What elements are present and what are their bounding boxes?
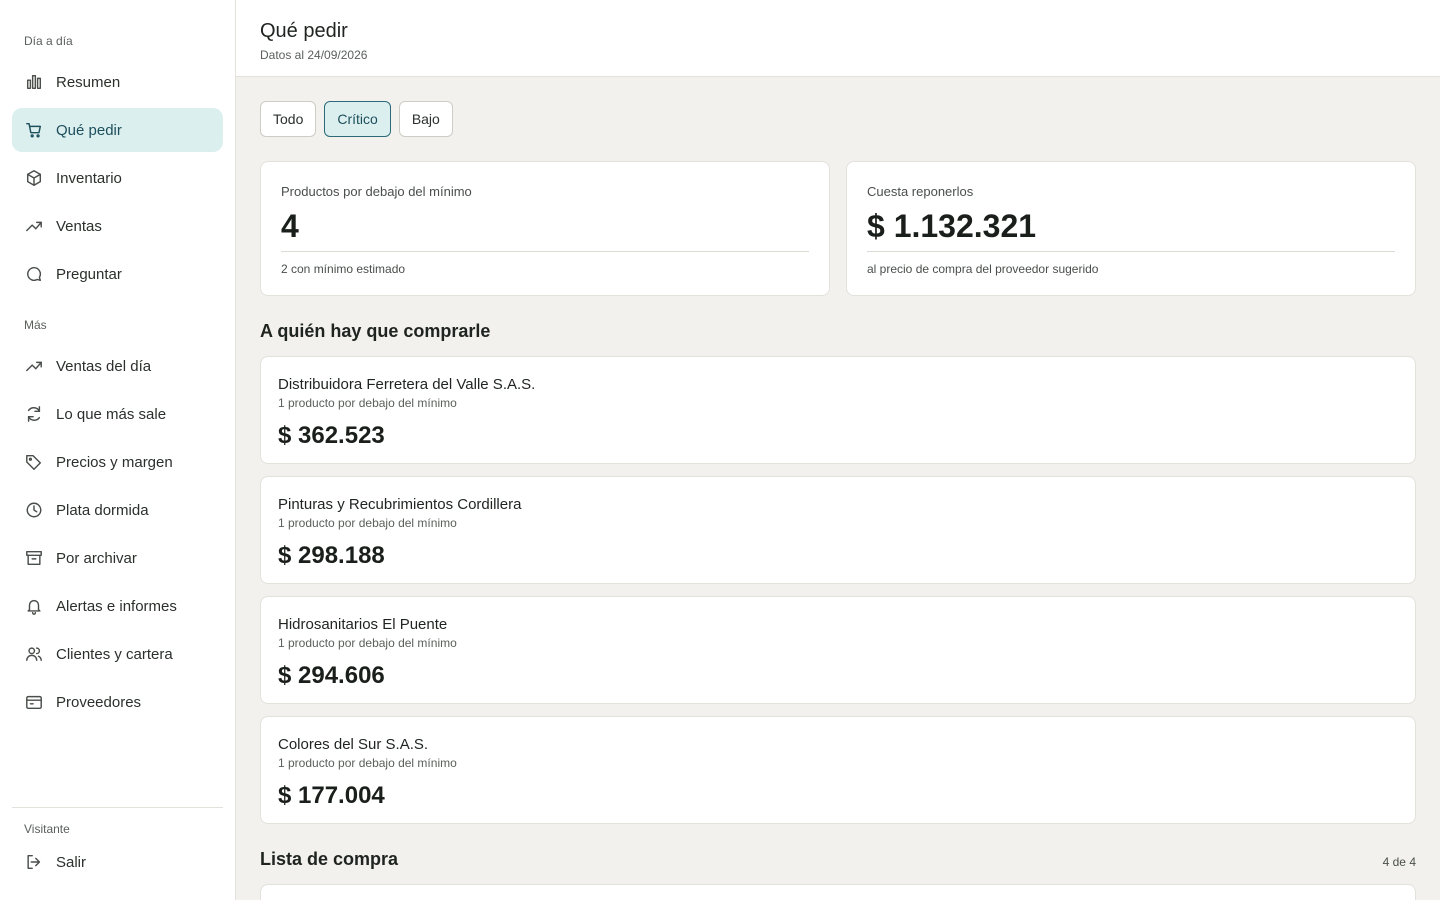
bar-chart-icon <box>24 72 44 92</box>
clock-icon <box>24 500 44 520</box>
sidebar-item-label: Inventario <box>56 169 122 187</box>
wallet-icon <box>24 692 44 712</box>
filter-todo-button[interactable]: Todo <box>260 101 317 137</box>
refresh-icon <box>24 404 44 424</box>
filter-group: Todo Crítico Bajo <box>260 101 453 137</box>
data-date: Datos al 24/09/2026 <box>260 48 368 62</box>
stat-card-restock-cost: Cuesta reponerlos $ 1.132.321 al precio … <box>846 161 1416 296</box>
sidebar-item-resumen[interactable]: Resumen <box>12 60 223 104</box>
sidebar-item-label: Precios y margen <box>56 453 173 471</box>
stat-divider <box>867 251 1395 252</box>
supplier-amount: $ 294.606 <box>278 662 385 689</box>
stat-note: al precio de compra del proveedor sugeri… <box>867 262 1099 276</box>
sidebar-item-precios-y-margen[interactable]: Precios y margen <box>12 440 223 484</box>
supplier-name: Distribuidora Ferretera del Valle S.A.S. <box>278 376 536 393</box>
supplier-name: Colores del Sur S.A.S. <box>278 736 429 753</box>
sidebar-item-que-pedir[interactable]: Qué pedir <box>12 108 223 152</box>
users-icon <box>24 644 44 664</box>
stat-value: $ 1.132.321 <box>867 208 1037 244</box>
bell-icon <box>24 596 44 616</box>
stat-note: 2 con mínimo estimado <box>281 262 406 276</box>
stat-value: 4 <box>281 208 299 244</box>
page-header: Qué pedir Datos al 24/09/2026 <box>236 0 1440 77</box>
sidebar-item-ventas-del-dia[interactable]: Ventas del día <box>12 344 223 388</box>
sidebar-item-label: Alertas e informes <box>56 597 177 615</box>
supplier-card[interactable]: Pinturas y Recubrimientos Cordillera 1 p… <box>260 476 1416 584</box>
supplier-count: 1 producto por debajo del mínimo <box>278 516 457 530</box>
filter-bajo-button[interactable]: Bajo <box>398 101 453 137</box>
sidebar-item-label: Por archivar <box>56 549 137 567</box>
supplier-amount: $ 298.188 <box>278 542 385 569</box>
chat-icon <box>24 264 44 284</box>
supplier-name: Hidrosanitarios El Puente <box>278 616 448 633</box>
tag-icon <box>24 452 44 472</box>
cart-icon <box>24 120 44 140</box>
sidebar-item-label: Resumen <box>56 73 121 91</box>
stat-card-below-min: Productos por debajo del mínimo 4 2 con … <box>260 161 830 296</box>
sidebar-item-label: Ventas <box>56 217 102 235</box>
logout-button[interactable]: Salir <box>12 840 223 884</box>
page-title: Qué pedir <box>260 20 348 42</box>
sidebar-item-alertas[interactable]: Alertas e informes <box>12 584 223 628</box>
sidebar-item-lo-que-mas-sale[interactable]: Lo que más sale <box>12 392 223 436</box>
trending-up-icon <box>24 216 44 236</box>
supplier-name: Pinturas y Recubrimientos Cordillera <box>278 496 522 513</box>
stat-divider <box>281 251 809 252</box>
filter-critico-button[interactable]: Crítico <box>324 101 391 137</box>
supplier-amount: $ 362.523 <box>278 422 385 449</box>
sidebar-item-proveedores[interactable]: Proveedores <box>12 680 223 724</box>
suppliers-section-title: A quién hay que comprarle <box>260 321 491 341</box>
supplier-count: 1 producto por debajo del mínimo <box>278 756 457 770</box>
stat-label: Cuesta reponerlos <box>867 184 974 199</box>
sidebar-item-inventario[interactable]: Inventario <box>12 156 223 200</box>
sidebar-item-preguntar[interactable]: Preguntar <box>12 252 223 296</box>
supplier-amount: $ 177.004 <box>278 782 385 809</box>
sidebar-item-label: Clientes y cartera <box>56 645 173 663</box>
sidebar-item-plata-dormida[interactable]: Plata dormida <box>12 488 223 532</box>
sidebar-item-label: Ventas del día <box>56 357 152 375</box>
sidebar-divider <box>12 807 223 808</box>
purchase-list-count: 4 de 4 <box>1382 855 1416 869</box>
purchase-list-title: Lista de compra <box>260 849 399 869</box>
archive-icon <box>24 548 44 568</box>
supplier-card[interactable]: Colores del Sur S.A.S. 1 producto por de… <box>260 716 1416 824</box>
supplier-count: 1 producto por debajo del mínimo <box>278 636 457 650</box>
purchase-list-table <box>260 884 1416 900</box>
sidebar-item-clientes[interactable]: Clientes y cartera <box>12 632 223 676</box>
logout-icon <box>24 852 44 872</box>
sidebar-item-label: Proveedores <box>56 693 142 711</box>
section-label-user: Visitante <box>24 822 70 836</box>
sidebar-item-label: Preguntar <box>56 265 122 283</box>
section-label-more: Más <box>24 318 47 332</box>
sidebar-item-label: Plata dormida <box>56 501 149 519</box>
supplier-count: 1 producto por debajo del mínimo <box>278 396 457 410</box>
sidebar-item-ventas[interactable]: Ventas <box>12 204 223 248</box>
supplier-card[interactable]: Hidrosanitarios El Puente 1 producto por… <box>260 596 1416 704</box>
trending-up-icon <box>24 356 44 376</box>
sidebar-item-por-archivar[interactable]: Por archivar <box>12 536 223 580</box>
stat-label: Productos por debajo del mínimo <box>281 184 472 199</box>
sidebar-item-label: Qué pedir <box>56 121 122 139</box>
box-icon <box>24 168 44 188</box>
sidebar: Día a día Resumen Qué pedir Inventario V… <box>0 0 236 900</box>
section-label-daily: Día a día <box>24 34 73 48</box>
supplier-card[interactable]: Distribuidora Ferretera del Valle S.A.S.… <box>260 356 1416 464</box>
sidebar-item-label: Lo que más sale <box>56 405 167 423</box>
logout-label: Salir <box>56 853 87 871</box>
